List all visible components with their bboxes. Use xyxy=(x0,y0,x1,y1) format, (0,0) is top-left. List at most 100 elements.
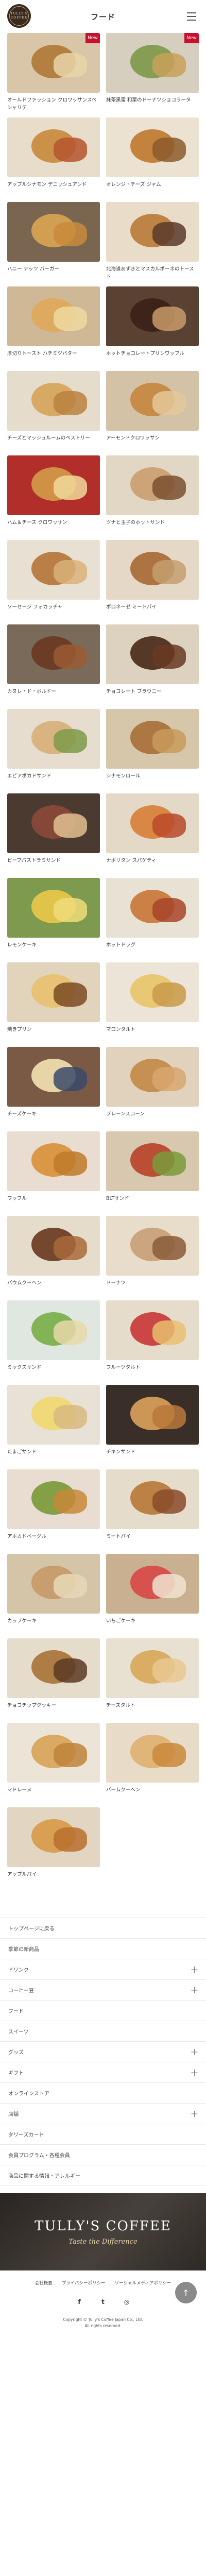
category-link[interactable]: フード xyxy=(0,2001,206,2021)
product-card[interactable]: ホットチョコレートプリンワッフル xyxy=(106,286,199,371)
product-name[interactable]: チキンサンド xyxy=(106,1448,199,1464)
product-image[interactable] xyxy=(7,709,100,769)
product-image[interactable] xyxy=(7,286,100,346)
product-image[interactable] xyxy=(106,1385,199,1445)
category-link[interactable]: コーヒー豆 xyxy=(0,1980,206,2001)
product-name[interactable]: ツナと玉子のホットサンド xyxy=(106,519,199,534)
footer-link-company[interactable]: 会社概要 xyxy=(35,2280,53,2286)
product-card[interactable]: プレーンスコーン xyxy=(106,1047,199,1131)
product-image[interactable] xyxy=(7,962,100,1022)
product-name[interactable]: ハニー ナッツ バーガー xyxy=(7,265,100,281)
product-name[interactable]: BLTサンド xyxy=(106,1195,199,1210)
product-card[interactable]: チョコチップクッキー xyxy=(7,1638,100,1723)
product-card[interactable]: ミートパイ xyxy=(106,1469,199,1554)
product-card[interactable]: ホットドッグ xyxy=(106,878,199,962)
product-name[interactable]: ビーフパストラミサンド xyxy=(7,857,100,872)
product-image[interactable] xyxy=(7,793,100,853)
product-name[interactable]: チーズケーキ xyxy=(7,1110,100,1126)
product-name[interactable]: マロンタルト xyxy=(106,1026,199,1041)
product-card[interactable]: チーズタルト xyxy=(106,1638,199,1723)
product-name[interactable]: アップルシナモン デニッシュアンド xyxy=(7,181,100,196)
category-link[interactable]: スイーツ xyxy=(0,2021,206,2042)
product-image[interactable] xyxy=(7,540,100,600)
category-link[interactable]: グッズ xyxy=(0,2042,206,2062)
product-image[interactable] xyxy=(106,1300,199,1360)
product-image[interactable] xyxy=(106,1638,199,1698)
product-name[interactable]: マドレーヌ xyxy=(7,1786,100,1802)
product-card[interactable]: 北海道あずきとマスカルポーネのトースト xyxy=(106,202,199,286)
product-image[interactable] xyxy=(7,202,100,262)
product-name[interactable]: バームクーヘン xyxy=(106,1786,199,1802)
product-card[interactable]: オレンジ・チーズ ジャム xyxy=(106,117,199,202)
product-card[interactable]: バウムクーヘン xyxy=(7,1216,100,1300)
product-image[interactable] xyxy=(106,709,199,769)
product-image[interactable] xyxy=(106,286,199,346)
product-name[interactable]: 焼きプリン xyxy=(7,1026,100,1041)
footer-link-privacy[interactable]: プライバシーポリシー xyxy=(62,2280,106,2286)
product-card[interactable]: アーモンドクロワッサン xyxy=(106,371,199,455)
product-card[interactable]: アップルパイ xyxy=(7,1807,199,1892)
plus-icon[interactable] xyxy=(192,1987,198,1993)
product-name[interactable]: バウムクーヘン xyxy=(7,1279,100,1295)
category-link[interactable]: トップページに戻る xyxy=(0,1918,206,1939)
product-name[interactable]: 北海道あずきとマスカルポーネのトースト xyxy=(106,265,199,281)
product-card[interactable]: アボカドベーグル xyxy=(7,1469,100,1554)
plus-icon[interactable] xyxy=(192,2048,198,2055)
product-image[interactable] xyxy=(7,1047,100,1107)
product-image[interactable] xyxy=(106,962,199,1022)
page-top-button[interactable]: ↑ xyxy=(175,2282,197,2303)
plus-icon[interactable] xyxy=(192,1966,198,1973)
product-card[interactable]: ボロネーゼ ミートパイ xyxy=(106,540,199,624)
product-card[interactable]: チーズとマッシュルームのペストリー xyxy=(7,371,100,455)
product-image[interactable] xyxy=(106,1554,199,1614)
product-name[interactable]: アボカドベーグル xyxy=(7,1533,100,1548)
product-card[interactable]: ナポリタン スパゲティ xyxy=(106,793,199,878)
product-card[interactable]: チーズケーキ xyxy=(7,1047,100,1131)
product-image[interactable] xyxy=(7,1216,100,1276)
product-image[interactable] xyxy=(106,1131,199,1191)
product-image[interactable]: New xyxy=(106,33,199,93)
product-name[interactable]: カヌレ・ド・ボルドー xyxy=(7,688,100,703)
product-image[interactable] xyxy=(7,1385,100,1445)
product-image[interactable] xyxy=(7,1300,100,1360)
instagram-icon[interactable]: ◎ xyxy=(122,2297,131,2307)
product-name[interactable]: レモンケーキ xyxy=(7,941,100,957)
product-card[interactable]: フルーツタルト xyxy=(106,1300,199,1385)
product-card[interactable]: ハニー ナッツ バーガー xyxy=(7,202,100,286)
product-name[interactable]: ナポリタン スパゲティ xyxy=(106,857,199,872)
product-name[interactable]: アーモンドクロワッサン xyxy=(106,434,199,450)
product-image[interactable] xyxy=(106,1723,199,1783)
product-image[interactable] xyxy=(7,117,100,177)
product-card[interactable]: たまごサンド xyxy=(7,1385,100,1469)
footer-link-social-policy[interactable]: ソーシャルメディアポリシー xyxy=(115,2280,171,2286)
product-image[interactable] xyxy=(7,624,100,684)
product-name[interactable]: チョコレート ブラウニー xyxy=(106,688,199,703)
product-image[interactable] xyxy=(106,1469,199,1529)
product-card[interactable]: ミックスサンド xyxy=(7,1300,100,1385)
product-image[interactable] xyxy=(7,1554,100,1614)
product-image[interactable] xyxy=(106,793,199,853)
product-name[interactable]: カップケーキ xyxy=(7,1617,100,1633)
product-card[interactable]: マドレーヌ xyxy=(7,1723,100,1807)
twitter-icon[interactable]: t xyxy=(98,2297,108,2307)
product-name[interactable]: ミートパイ xyxy=(106,1533,199,1548)
product-name[interactable]: ワッフル xyxy=(7,1195,100,1210)
product-card[interactable]: アップルシナモン デニッシュアンド xyxy=(7,117,100,202)
category-link[interactable]: オンラインストア xyxy=(0,2083,206,2104)
product-image[interactable] xyxy=(106,540,199,600)
product-name[interactable]: オレンジ・チーズ ジャム xyxy=(106,181,199,196)
product-card[interactable]: バームクーヘン xyxy=(106,1723,199,1807)
category-link[interactable]: 店舗 xyxy=(0,2104,206,2124)
product-name[interactable]: プレーンスコーン xyxy=(106,1110,199,1126)
product-card[interactable]: レモンケーキ xyxy=(7,878,100,962)
product-card[interactable]: カップケーキ xyxy=(7,1554,100,1638)
product-card[interactable]: カヌレ・ド・ボルドー xyxy=(7,624,100,709)
category-link[interactable]: 会員プログラム・各種会員 xyxy=(0,2145,206,2165)
product-name[interactable]: オールドファッション クロワッサンスペシャリテ xyxy=(7,96,100,112)
product-image[interactable] xyxy=(7,878,100,938)
product-name[interactable]: ドーナツ xyxy=(106,1279,199,1295)
product-card[interactable]: シナモンロール xyxy=(106,709,199,793)
product-card[interactable]: BLTサンド xyxy=(106,1131,199,1216)
plus-icon[interactable] xyxy=(192,2110,198,2117)
product-card[interactable]: ツナと玉子のホットサンド xyxy=(106,455,199,540)
